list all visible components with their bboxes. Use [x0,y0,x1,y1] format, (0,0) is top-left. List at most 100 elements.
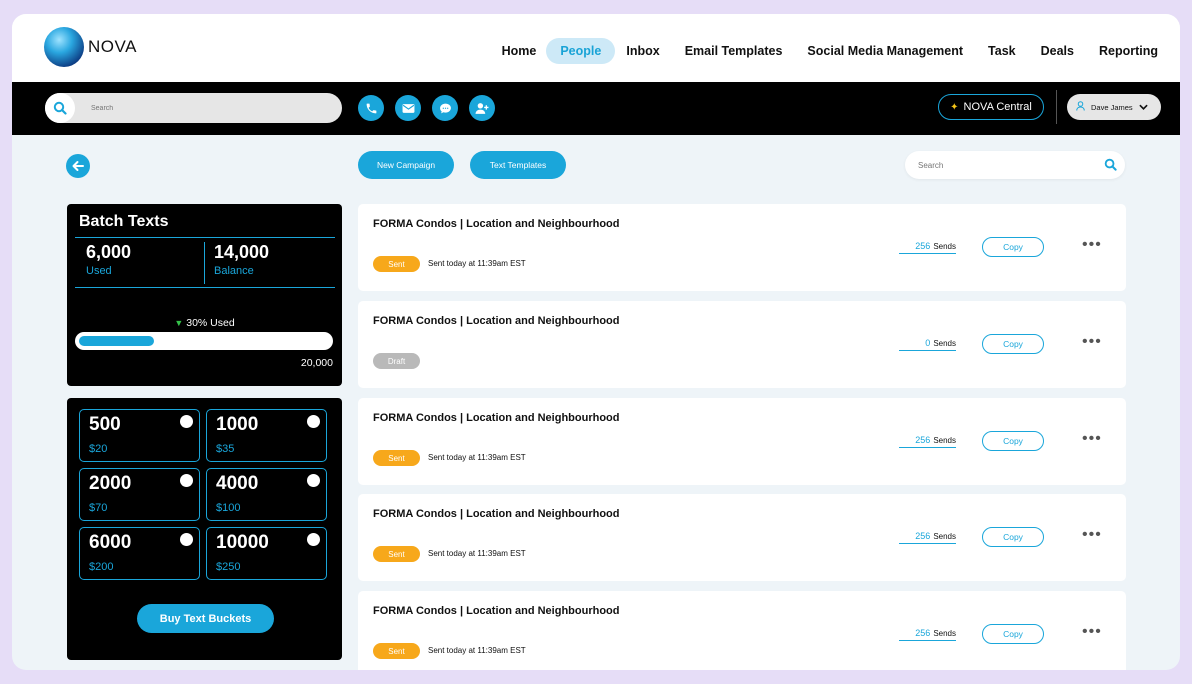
campaign-card[interactable]: FORMA Condos | Location and Neighbourhoo… [358,301,1126,388]
nav-deals[interactable]: Deals [1041,44,1074,58]
bucket-option[interactable]: 500 $20 [79,409,200,462]
status-badge: Draft [373,353,420,369]
more-options-icon[interactable]: ••• [1082,236,1102,254]
bucket-amount: 10000 [216,532,269,553]
user-icon [1076,101,1085,113]
sends-count: 0 Sends [899,338,956,351]
search-icon[interactable] [1104,158,1117,176]
used-percent-label: 30% Used [186,317,235,329]
chat-icon[interactable] [432,95,458,121]
bucket-radio[interactable] [180,533,193,546]
copy-button[interactable]: Copy [982,431,1044,451]
user-menu[interactable]: Dave James [1067,94,1161,120]
nova-central-button[interactable]: ✦ NOVA Central [938,94,1044,120]
add-user-icon[interactable] [469,95,495,121]
search-icon[interactable] [45,93,75,123]
phone-icon[interactable] [358,95,384,121]
bucket-amount: 2000 [89,473,132,494]
sends-number: 256 [915,628,931,638]
logo-icon [44,27,84,67]
campaign-title[interactable]: FORMA Condos | Location and Neighbourhoo… [373,315,619,327]
bucket-radio[interactable] [307,533,320,546]
bucket-price: $35 [216,443,235,455]
bucket-price: $200 [89,561,114,573]
campaign-card[interactable]: FORMA Condos | Location and Neighbourhoo… [358,204,1126,291]
campaign-title[interactable]: FORMA Condos | Location and Neighbourhoo… [373,605,619,617]
global-search-input[interactable] [91,104,311,112]
logo[interactable]: NOVA [44,27,137,67]
sends-count: 256 Sends [899,531,956,544]
arrow-left-icon [72,161,84,171]
nav-inbox[interactable]: Inbox [626,44,659,58]
bucket-radio[interactable] [307,415,320,428]
sends-label: Sends [933,339,956,348]
bucket-option[interactable]: 4000 $100 [206,468,327,521]
bucket-price: $100 [216,502,241,514]
campaign-card[interactable]: FORMA Condos | Location and Neighbourhoo… [358,494,1126,581]
back-button[interactable] [66,154,90,178]
copy-button[interactable]: Copy [982,527,1044,547]
campaign-time: Sent today at 11:39am EST [428,646,526,655]
nav-people[interactable]: People [546,38,616,64]
copy-button[interactable]: Copy [982,237,1044,257]
campaign-time: Sent today at 11:39am EST [428,453,526,462]
campaign-card[interactable]: FORMA Condos | Location and Neighbourhoo… [358,398,1126,485]
bucket-amount: 500 [89,414,121,435]
sends-number: 0 [925,338,931,348]
status-badge: Sent [373,643,420,659]
toolbar: ✦ NOVA Central Dave James [12,82,1180,135]
nav-links: Home People Inbox Email Templates Social… [502,38,1158,64]
sends-number: 256 [915,241,931,251]
more-options-icon[interactable]: ••• [1082,430,1102,448]
campaign-time: Sent today at 11:39am EST [428,259,526,268]
copy-button[interactable]: Copy [982,334,1044,354]
usage-progress-fill [79,336,154,346]
used-label: Used [86,265,112,277]
campaign-search-input[interactable] [918,160,1088,170]
campaign-search[interactable] [905,151,1125,179]
text-templates-button[interactable]: Text Templates [470,151,566,179]
batch-texts-title: Batch Texts [79,213,169,230]
sends-label: Sends [933,629,956,638]
nav-social-media-management[interactable]: Social Media Management [807,44,963,58]
nav-task[interactable]: Task [988,44,1016,58]
nav-reporting[interactable]: Reporting [1099,44,1158,58]
bucket-option[interactable]: 1000 $35 [206,409,327,462]
chevron-down-icon [1139,103,1148,112]
more-options-icon[interactable]: ••• [1082,333,1102,351]
top-navbar: NOVA Home People Inbox Email Templates S… [12,14,1180,82]
global-search[interactable] [45,93,342,123]
balance-stat: 14,000 Balance [214,242,269,277]
more-options-icon[interactable]: ••• [1082,623,1102,641]
campaign-title[interactable]: FORMA Condos | Location and Neighbourhoo… [373,508,619,520]
campaign-title[interactable]: FORMA Condos | Location and Neighbourhoo… [373,412,619,424]
bucket-option[interactable]: 10000 $250 [206,527,327,580]
bucket-price: $70 [89,502,108,514]
bucket-amount: 1000 [216,414,259,435]
total-texts: 20,000 [300,357,333,369]
used-value: 6,000 [86,242,132,262]
bucket-option[interactable]: 6000 $200 [79,527,200,580]
sends-number: 256 [915,531,931,541]
sends-count: 256 Sends [899,241,956,254]
buy-text-buckets-button[interactable]: Buy Text Buckets [137,604,274,633]
nav-home[interactable]: Home [502,44,537,58]
more-options-icon[interactable]: ••• [1082,526,1102,544]
used-stat: 6,000 Used [86,242,131,277]
bucket-price: $20 [89,443,108,455]
bucket-amount: 4000 [216,473,259,494]
bucket-radio[interactable] [180,474,193,487]
bucket-option[interactable]: 2000 $70 [79,468,200,521]
divider [75,287,335,288]
new-campaign-button[interactable]: New Campaign [358,151,454,179]
mail-icon[interactable] [395,95,421,121]
sends-number: 256 [915,435,931,445]
campaign-card[interactable]: FORMA Condos | Location and Neighbourhoo… [358,591,1126,670]
sends-label: Sends [933,436,956,445]
bucket-radio[interactable] [307,474,320,487]
nav-email-templates[interactable]: Email Templates [685,44,783,58]
bucket-radio[interactable] [180,415,193,428]
copy-button[interactable]: Copy [982,624,1044,644]
campaign-title[interactable]: FORMA Condos | Location and Neighbourhoo… [373,218,619,230]
status-badge: Sent [373,546,420,562]
